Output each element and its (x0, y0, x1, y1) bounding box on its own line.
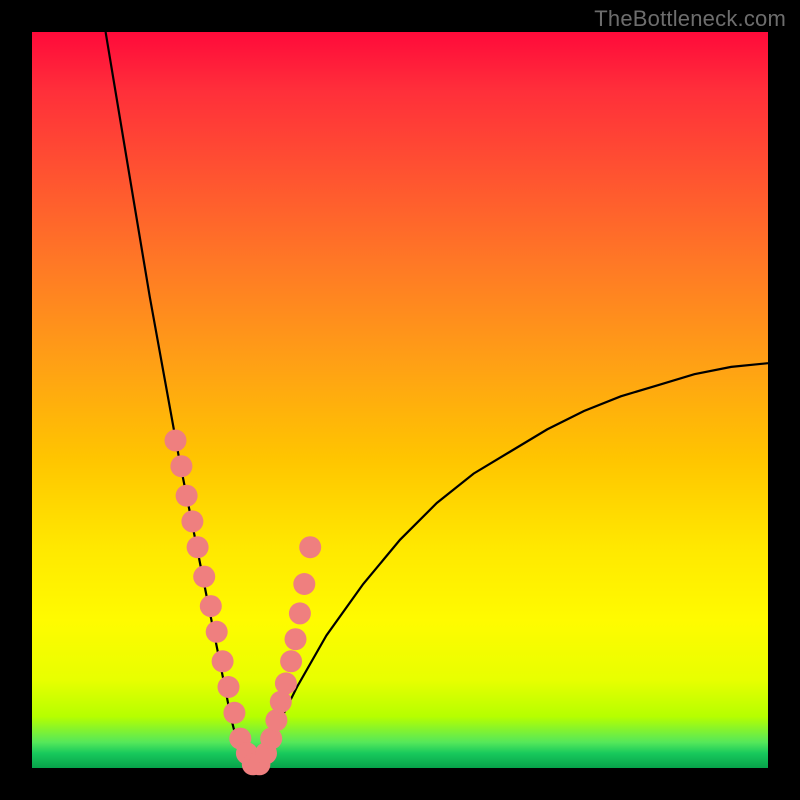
data-point (270, 691, 292, 713)
data-point (193, 566, 215, 588)
data-point (170, 455, 192, 477)
data-point (223, 702, 245, 724)
data-point (187, 536, 209, 558)
data-point (218, 676, 240, 698)
data-point (275, 672, 297, 694)
data-point (200, 595, 222, 617)
data-point (212, 650, 234, 672)
data-point (285, 628, 307, 650)
bottleneck-curve (106, 32, 768, 768)
plot-area (32, 32, 768, 768)
chart-frame: TheBottleneck.com (0, 0, 800, 800)
data-point (206, 621, 228, 643)
data-point (176, 485, 198, 507)
curve-line (106, 32, 768, 768)
chart-svg (32, 32, 768, 768)
data-point (181, 510, 203, 532)
data-point (299, 536, 321, 558)
watermark-text: TheBottleneck.com (594, 6, 786, 32)
data-point (289, 602, 311, 624)
data-point (265, 709, 287, 731)
data-point (165, 430, 187, 452)
data-point (293, 573, 315, 595)
data-point (280, 650, 302, 672)
scatter-points (165, 430, 322, 776)
